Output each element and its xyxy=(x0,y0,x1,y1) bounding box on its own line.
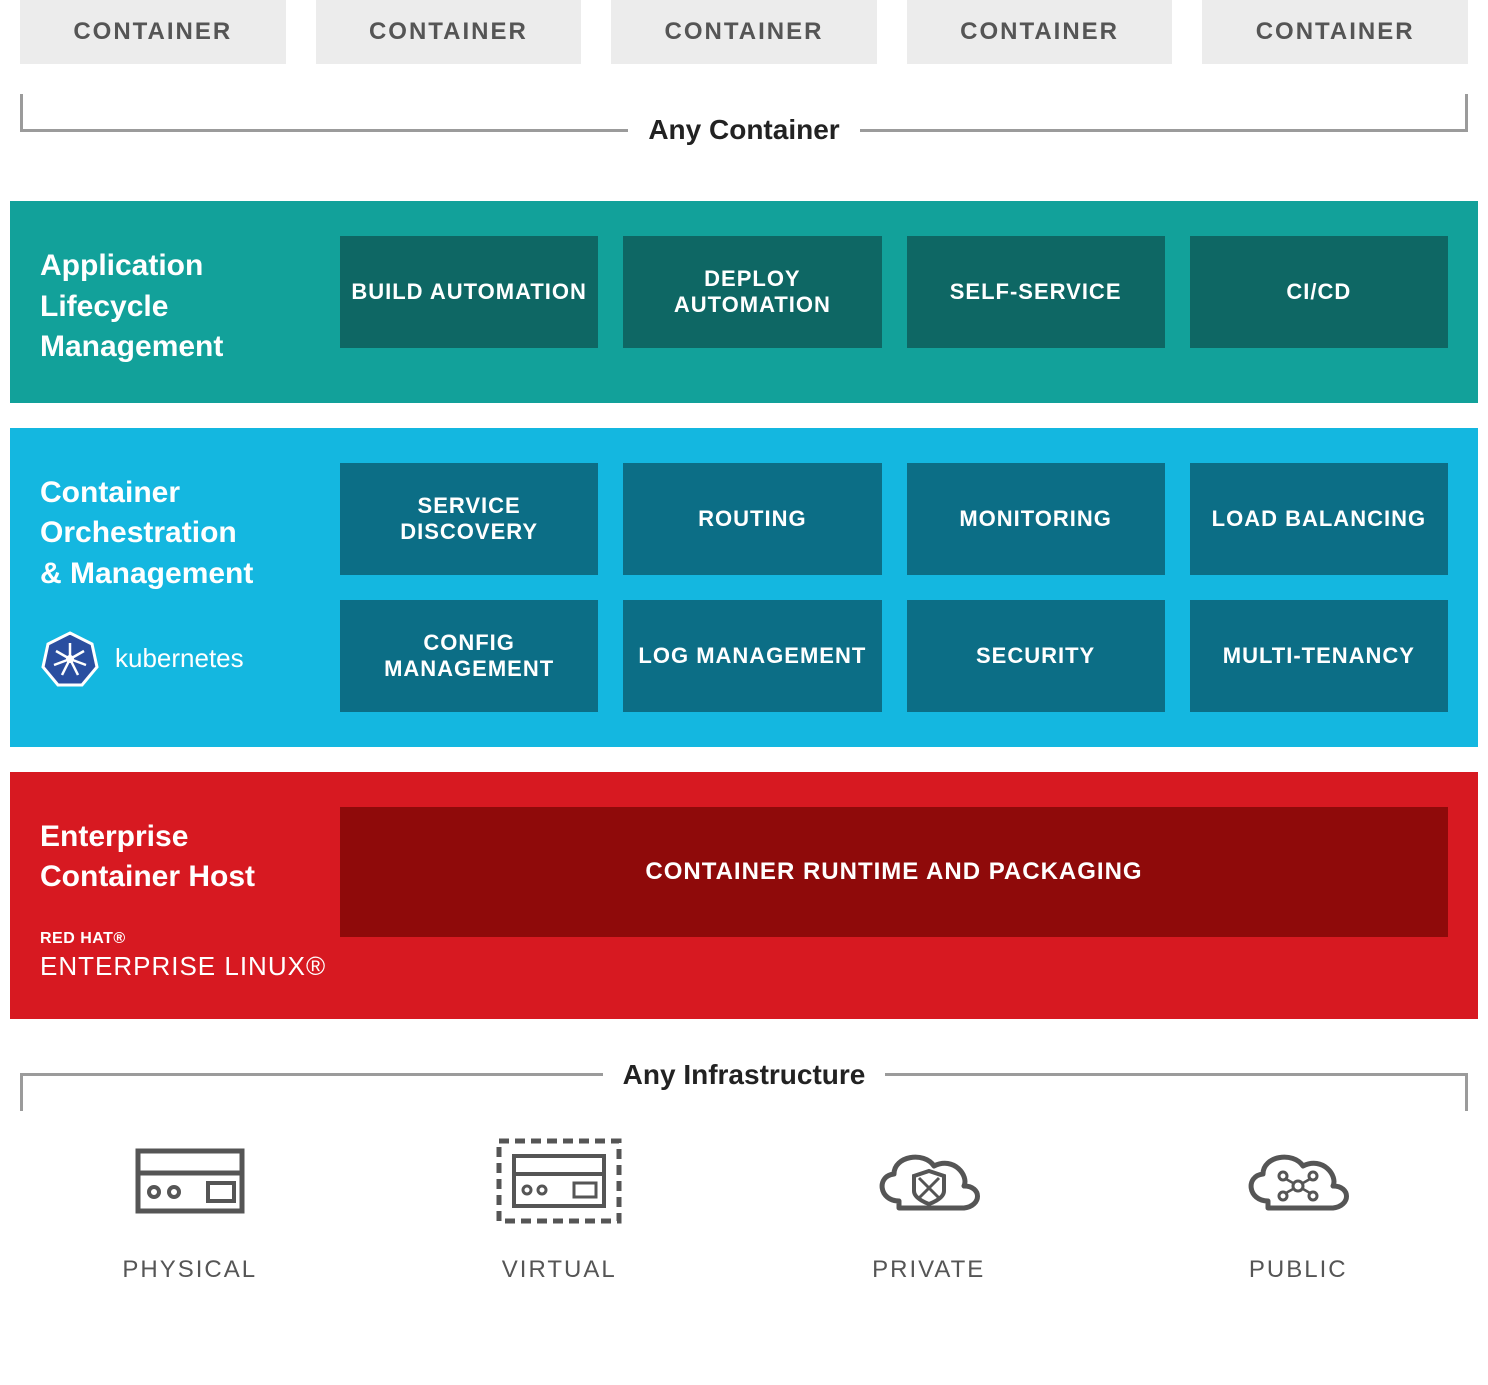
server-icon xyxy=(130,1141,250,1221)
virtual-server-icon xyxy=(494,1136,624,1226)
feature-cicd: CI/CD xyxy=(1190,236,1448,348)
feature-self-service: SELF-SERVICE xyxy=(907,236,1165,348)
feature-build-automation: BUILD AUTOMATION xyxy=(340,236,598,348)
bracket-label-text: Any Infrastructure xyxy=(603,1059,886,1091)
infra-virtual: VIRTUAL xyxy=(390,1131,730,1284)
infra-label: PRIVATE xyxy=(872,1256,985,1284)
kubernetes-brand: kubernetes xyxy=(40,629,340,689)
layer-title: Container Orchestration & Management kub… xyxy=(40,463,340,712)
infra-physical: PHYSICAL xyxy=(20,1131,360,1284)
infra-private: PRIVATE xyxy=(759,1131,1099,1284)
layer-application-lifecycle: Application Lifecycle Management BUILD A… xyxy=(10,201,1478,403)
infra-public: PUBLIC xyxy=(1129,1131,1469,1284)
layer-title: Application Lifecycle Management xyxy=(40,236,340,368)
layer-orchestration: Container Orchestration & Management kub… xyxy=(10,428,1478,747)
feature-security: SECURITY xyxy=(907,600,1165,712)
kubernetes-label: kubernetes xyxy=(115,641,244,676)
feature-multi-tenancy: MULTI-TENANCY xyxy=(1190,600,1448,712)
feature-load-balancing: LOAD BALANCING xyxy=(1190,463,1448,575)
infra-label: PUBLIC xyxy=(1249,1256,1348,1284)
kubernetes-icon xyxy=(40,629,100,689)
redhat-top: RED HAT® xyxy=(40,928,340,950)
feature-routing: ROUTING xyxy=(623,463,881,575)
cloud-network-icon xyxy=(1233,1136,1363,1226)
feature-log-management: LOG MANAGEMENT xyxy=(623,600,881,712)
cloud-shield-icon xyxy=(864,1136,994,1226)
container-box: CONTAINER xyxy=(316,0,582,64)
layer-title: Enterprise Container Host RED HAT® ENTER… xyxy=(40,807,340,985)
container-box: CONTAINER xyxy=(611,0,877,64)
feature-service-discovery: SERVICE DISCOVERY xyxy=(340,463,598,575)
redhat-bottom: ENTERPRISE LINUX® xyxy=(40,949,340,984)
infrastructure-row: PHYSICAL VIRTUAL PRIVATE xyxy=(10,1091,1478,1284)
feature-deploy-automation: DEPLOY AUTOMATION xyxy=(623,236,881,348)
infra-label: VIRTUAL xyxy=(502,1256,617,1284)
feature-monitoring: MONITORING xyxy=(907,463,1165,575)
redhat-brand: RED HAT® ENTERPRISE LINUX® xyxy=(40,928,340,985)
infra-label: PHYSICAL xyxy=(122,1256,257,1284)
container-box: CONTAINER xyxy=(20,0,286,64)
container-box: CONTAINER xyxy=(907,0,1173,64)
any-container-bracket: Any Container xyxy=(10,114,1478,146)
feature-container-runtime: CONTAINER RUNTIME AND PACKAGING xyxy=(340,807,1448,937)
bracket-label-text: Any Container xyxy=(628,114,859,146)
container-box: CONTAINER xyxy=(1202,0,1468,64)
any-infrastructure-bracket: Any Infrastructure xyxy=(10,1059,1478,1091)
container-row: CONTAINER CONTAINER CONTAINER CONTAINER … xyxy=(10,0,1478,64)
layer-enterprise-host: Enterprise Container Host RED HAT® ENTER… xyxy=(10,772,1478,1020)
feature-config-management: CONFIG MANAGEMENT xyxy=(340,600,598,712)
